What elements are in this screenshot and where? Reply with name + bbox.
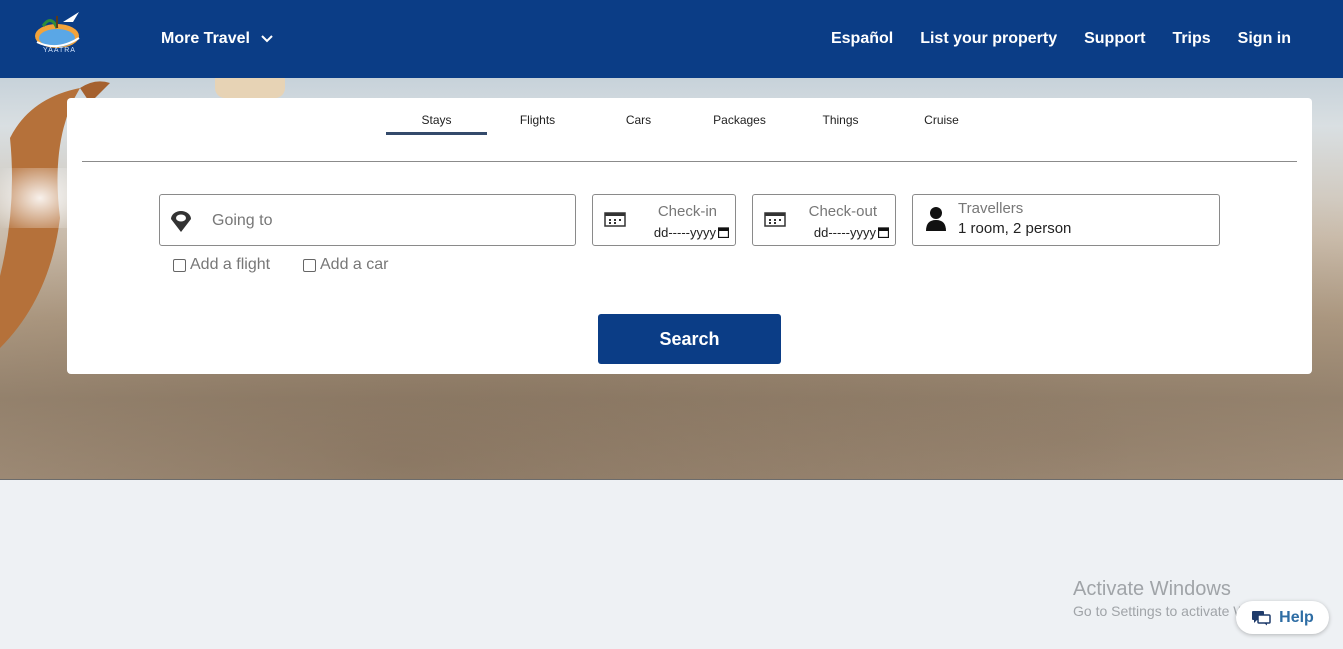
tabs-divider	[82, 161, 1297, 162]
tab-things[interactable]: Things	[790, 111, 891, 135]
help-button[interactable]: Help	[1236, 601, 1329, 634]
nav-list-property[interactable]: List your property	[920, 30, 1057, 48]
check-in-field[interactable]: Check-in dd-----yyyy	[592, 194, 736, 246]
activate-windows-title: Activate Windows	[1073, 578, 1231, 600]
logo-wordmark: YAATRA	[43, 47, 76, 54]
nav-language[interactable]: Español	[831, 30, 893, 48]
nav-trips[interactable]: Trips	[1172, 30, 1210, 48]
calendar-icon	[764, 212, 786, 227]
date-picker-icon[interactable]	[718, 227, 729, 238]
help-label: Help	[1279, 608, 1314, 626]
travel-tabs: Stays Flights Cars Packages Things Cruis…	[386, 111, 992, 135]
location-pin-icon	[171, 211, 191, 232]
add-flight-label: Add a flight	[190, 256, 271, 273]
check-in-label: Check-in	[657, 203, 717, 220]
header-nav: Español List your property Support Trips…	[831, 30, 1291, 48]
tab-cruise[interactable]: Cruise	[891, 111, 992, 135]
check-out-date-input[interactable]: dd-----yyyy	[814, 225, 889, 240]
chevron-down-icon	[261, 35, 273, 43]
tab-stays[interactable]: Stays	[386, 111, 487, 135]
add-car-checkbox[interactable]: Add a car	[303, 256, 388, 274]
going-to-input[interactable]: Going to	[159, 194, 576, 246]
add-car-label: Add a car	[320, 256, 389, 273]
search-button[interactable]: Search	[598, 314, 781, 364]
nav-support[interactable]: Support	[1084, 30, 1145, 48]
check-out-label: Check-out	[808, 203, 877, 220]
search-card: Stays Flights Cars Packages Things Cruis…	[67, 98, 1312, 374]
going-to-placeholder: Going to	[212, 212, 273, 229]
check-in-value: dd-----yyyy	[653, 225, 716, 240]
add-flight-checkbox[interactable]: Add a flight	[173, 256, 270, 274]
shell-image	[215, 78, 285, 98]
checkbox-box[interactable]	[173, 258, 186, 272]
check-out-field[interactable]: Check-out dd-----yyyy	[752, 194, 896, 246]
tab-packages[interactable]: Packages	[689, 111, 790, 135]
check-in-date-input[interactable]: dd-----yyyy	[654, 225, 729, 240]
more-travel-dropdown[interactable]: More Travel	[161, 30, 274, 48]
travellers-value: 1 room, 2 person	[958, 220, 1072, 237]
chat-bubbles-icon	[1252, 610, 1271, 625]
more-travel-label: More Travel	[161, 30, 250, 47]
tab-flights[interactable]: Flights	[487, 111, 588, 135]
calendar-icon	[604, 212, 626, 227]
checkbox-box[interactable]	[303, 258, 316, 272]
travellers-field[interactable]: Travellers 1 room, 2 person	[912, 194, 1220, 246]
check-out-value: dd-----yyyy	[813, 225, 876, 240]
travellers-label: Travellers	[958, 200, 1024, 217]
nav-sign-in[interactable]: Sign in	[1238, 30, 1291, 48]
top-navbar: YAATRA More Travel Español List your pro…	[0, 0, 1343, 78]
person-icon	[926, 207, 946, 231]
date-picker-icon[interactable]	[878, 227, 889, 238]
tab-cars[interactable]: Cars	[588, 111, 689, 135]
